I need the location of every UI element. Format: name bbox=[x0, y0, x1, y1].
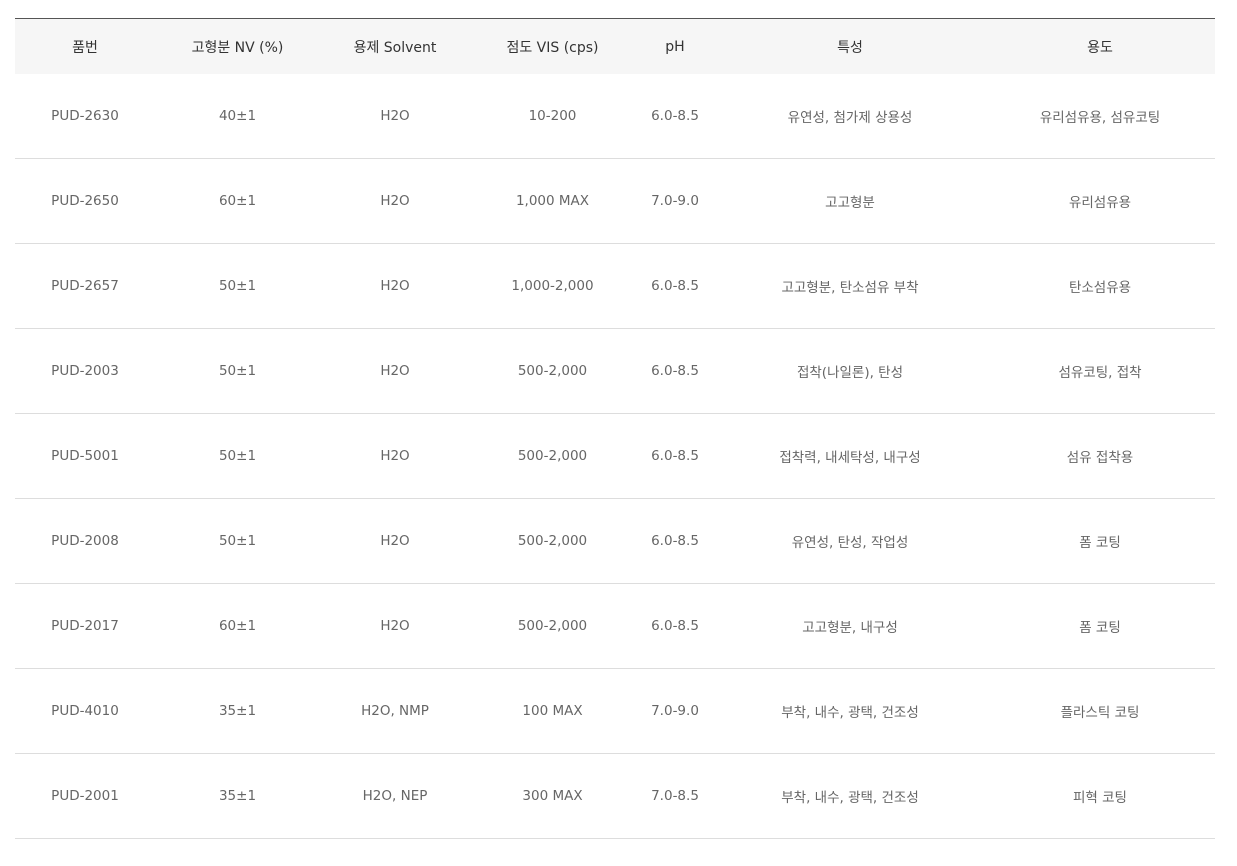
cell-product-code: PUD-5001 bbox=[15, 413, 155, 499]
cell-product-code: PUD-2017 bbox=[15, 583, 155, 669]
cell-viscosity: 1,000-2,000 bbox=[470, 243, 635, 329]
cell-usage: 폼 코팅 bbox=[985, 583, 1215, 669]
cell-solid-content: 35±1 bbox=[155, 668, 320, 754]
header-viscosity: 점도 VIS (cps) bbox=[506, 39, 599, 56]
table-row: PUD-2001 35±1 H2O, NEP 300 MAX 7.0-8.5 부… bbox=[15, 753, 1215, 839]
cell-solid-content: 50±1 bbox=[155, 413, 320, 499]
cell-solid-content: 50±1 bbox=[155, 243, 320, 329]
header-solvent: 용제 Solvent bbox=[353, 39, 437, 56]
cell-ph: 7.0-9.0 bbox=[635, 158, 715, 244]
cell-ph: 6.0-8.5 bbox=[635, 328, 715, 414]
cell-usage: 유리섬유용, 섬유코팅 bbox=[985, 74, 1215, 159]
cell-product-code: PUD-4010 bbox=[15, 668, 155, 754]
cell-viscosity: 100 MAX bbox=[470, 668, 635, 754]
cell-solid-content: 35±1 bbox=[155, 753, 320, 839]
cell-usage: 피혁 코팅 bbox=[985, 753, 1215, 839]
cell-characteristics: 접착력, 내세탁성, 내구성 bbox=[715, 413, 985, 499]
cell-solvent: H2O, NMP bbox=[320, 668, 470, 754]
cell-product-code: PUD-2001 bbox=[15, 753, 155, 839]
product-spec-table-container: 품번 고형분 NV (%) 용제 Solvent 점도 VIS (cps) pH… bbox=[15, 18, 1215, 839]
cell-characteristics: 고고형분, 탄소섬유 부착 bbox=[715, 243, 985, 329]
cell-characteristics: 유연성, 첨가제 상용성 bbox=[715, 74, 985, 159]
table-row: PUD-2657 50±1 H2O 1,000-2,000 6.0-8.5 고고… bbox=[15, 243, 1215, 329]
cell-solid-content: 60±1 bbox=[155, 158, 320, 244]
cell-ph: 6.0-8.5 bbox=[635, 243, 715, 329]
cell-viscosity: 500-2,000 bbox=[470, 583, 635, 669]
cell-usage: 유리섬유용 bbox=[985, 158, 1215, 244]
cell-solvent: H2O bbox=[320, 243, 470, 329]
table-row: PUD-2017 60±1 H2O 500-2,000 6.0-8.5 고고형분… bbox=[15, 583, 1215, 669]
cell-viscosity: 500-2,000 bbox=[470, 328, 635, 414]
cell-product-code: PUD-2657 bbox=[15, 243, 155, 329]
cell-solvent: H2O bbox=[320, 413, 470, 499]
cell-solvent: H2O bbox=[320, 583, 470, 669]
table-row: PUD-4010 35±1 H2O, NMP 100 MAX 7.0-9.0 부… bbox=[15, 668, 1215, 754]
table-header: 품번 고형분 NV (%) 용제 Solvent 점도 VIS (cps) pH… bbox=[15, 18, 1215, 74]
cell-ph: 6.0-8.5 bbox=[635, 413, 715, 499]
cell-usage: 폼 코팅 bbox=[985, 498, 1215, 584]
cell-solvent: H2O bbox=[320, 74, 470, 159]
cell-ph: 6.0-8.5 bbox=[635, 74, 715, 159]
table-row: PUD-2008 50±1 H2O 500-2,000 6.0-8.5 유연성,… bbox=[15, 498, 1215, 584]
cell-usage: 플라스틱 코팅 bbox=[985, 668, 1215, 754]
header-solid-content: 고형분 NV (%) bbox=[191, 39, 284, 56]
cell-solvent: H2O bbox=[320, 328, 470, 414]
cell-ph: 6.0-8.5 bbox=[635, 583, 715, 669]
cell-viscosity: 1,000 MAX bbox=[470, 158, 635, 244]
cell-characteristics: 고고형분, 내구성 bbox=[715, 583, 985, 669]
header-row: 품번 고형분 NV (%) 용제 Solvent 점도 VIS (cps) pH… bbox=[15, 18, 1215, 74]
table-body: PUD-2630 40±1 H2O 10-200 6.0-8.5 유연성, 첨가… bbox=[15, 74, 1215, 839]
cell-viscosity: 500-2,000 bbox=[470, 413, 635, 499]
table-row: PUD-2650 60±1 H2O 1,000 MAX 7.0-9.0 고고형분… bbox=[15, 158, 1215, 244]
cell-usage: 섬유 접착용 bbox=[985, 413, 1215, 499]
product-spec-table: 품번 고형분 NV (%) 용제 Solvent 점도 VIS (cps) pH… bbox=[15, 18, 1215, 839]
cell-solid-content: 50±1 bbox=[155, 328, 320, 414]
cell-characteristics: 부착, 내수, 광택, 건조성 bbox=[715, 668, 985, 754]
cell-solvent: H2O bbox=[320, 498, 470, 584]
header-characteristics: 특성 bbox=[837, 39, 863, 56]
cell-product-code: PUD-2630 bbox=[15, 74, 155, 159]
cell-viscosity: 10-200 bbox=[470, 74, 635, 159]
header-product-code: 품번 bbox=[72, 39, 98, 56]
table-row: PUD-2003 50±1 H2O 500-2,000 6.0-8.5 접착(나… bbox=[15, 328, 1215, 414]
table-row: PUD-2630 40±1 H2O 10-200 6.0-8.5 유연성, 첨가… bbox=[15, 74, 1215, 159]
cell-characteristics: 유연성, 탄성, 작업성 bbox=[715, 498, 985, 584]
cell-ph: 7.0-9.0 bbox=[635, 668, 715, 754]
cell-ph: 6.0-8.5 bbox=[635, 498, 715, 584]
table-row: PUD-5001 50±1 H2O 500-2,000 6.0-8.5 접착력,… bbox=[15, 413, 1215, 499]
cell-solid-content: 50±1 bbox=[155, 498, 320, 584]
cell-solid-content: 40±1 bbox=[155, 74, 320, 159]
cell-viscosity: 500-2,000 bbox=[470, 498, 635, 584]
header-ph: pH bbox=[665, 38, 685, 55]
cell-solvent: H2O, NEP bbox=[320, 753, 470, 839]
cell-ph: 7.0-8.5 bbox=[635, 753, 715, 839]
cell-product-code: PUD-2003 bbox=[15, 328, 155, 414]
header-usage: 용도 bbox=[1087, 39, 1113, 56]
cell-product-code: PUD-2008 bbox=[15, 498, 155, 584]
cell-solid-content: 60±1 bbox=[155, 583, 320, 669]
cell-usage: 탄소섬유용 bbox=[985, 243, 1215, 329]
cell-usage: 섬유코팅, 접착 bbox=[985, 328, 1215, 414]
cell-solvent: H2O bbox=[320, 158, 470, 244]
cell-characteristics: 부착, 내수, 광택, 건조성 bbox=[715, 753, 985, 839]
cell-viscosity: 300 MAX bbox=[470, 753, 635, 839]
cell-characteristics: 접착(나일론), 탄성 bbox=[715, 328, 985, 414]
cell-product-code: PUD-2650 bbox=[15, 158, 155, 244]
cell-characteristics: 고고형분 bbox=[715, 158, 985, 244]
